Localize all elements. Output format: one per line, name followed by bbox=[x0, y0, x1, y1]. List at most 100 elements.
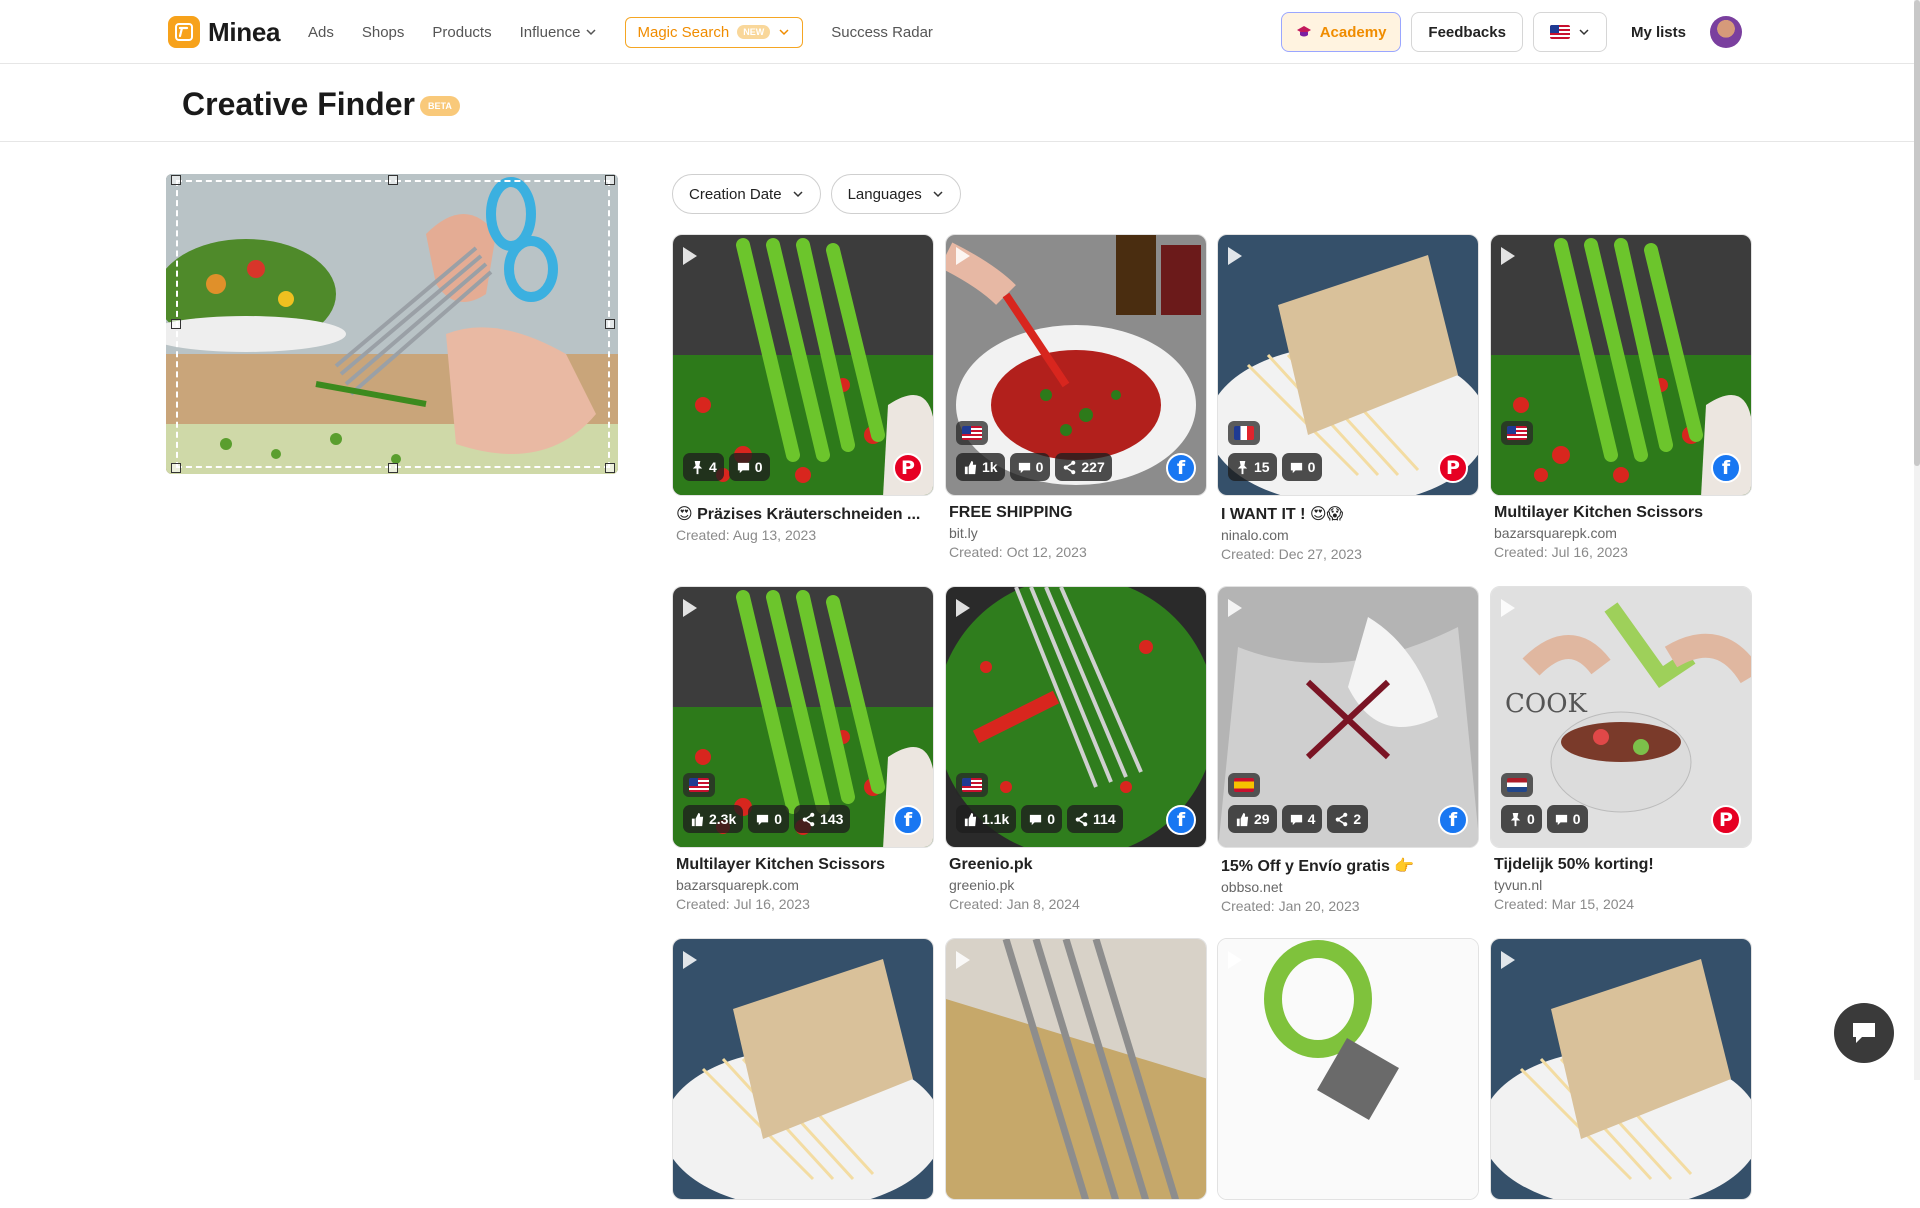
play-icon[interactable] bbox=[956, 951, 970, 969]
play-icon[interactable] bbox=[956, 599, 970, 617]
nav-shops[interactable]: Shops bbox=[362, 24, 405, 41]
play-icon[interactable] bbox=[1501, 951, 1515, 969]
crop-handle-top[interactable] bbox=[388, 175, 398, 185]
creative-title[interactable]: 15% Off y Envío gratis 👉 bbox=[1217, 856, 1479, 876]
creative-thumbnail[interactable] bbox=[672, 938, 934, 1200]
nav-influence[interactable]: Influence bbox=[520, 24, 597, 41]
stat-share: 114 bbox=[1067, 805, 1123, 833]
play-icon[interactable] bbox=[1228, 951, 1242, 969]
creative-card[interactable] bbox=[1217, 938, 1479, 1208]
chevron-down-icon bbox=[1579, 29, 1589, 36]
crop-handle-bottom-left[interactable] bbox=[171, 463, 181, 473]
nav-products[interactable]: Products bbox=[432, 24, 491, 41]
comment-icon bbox=[1289, 460, 1304, 475]
stat-value: 15 bbox=[1254, 459, 1270, 475]
stat-value: 114 bbox=[1093, 811, 1116, 827]
play-icon[interactable] bbox=[1501, 247, 1515, 265]
creative-card[interactable]: 1.1k 0 114 f Greenio.pk greenio.pk Created: Ja… bbox=[945, 586, 1207, 912]
scrollbar[interactable] bbox=[1914, 0, 1920, 1080]
creation-date-filter[interactable]: Creation Date bbox=[672, 174, 821, 214]
academy-button[interactable]: Academy bbox=[1280, 12, 1402, 52]
creative-created-date: Created: Aug 13, 2023 bbox=[676, 527, 817, 543]
creative-card[interactable]: 2.3k 0 143 f Multilayer Kitchen Scissors baza… bbox=[672, 586, 934, 912]
chevron-down-icon bbox=[585, 29, 596, 36]
nav-ads[interactable]: Ads bbox=[308, 24, 334, 41]
creative-title[interactable]: Tijdelijk 50% korting! bbox=[1490, 856, 1752, 874]
chat-button[interactable] bbox=[1834, 1003, 1894, 1063]
crop-handle-top-right[interactable] bbox=[605, 175, 615, 185]
scrollbar-thumb[interactable] bbox=[1914, 0, 1920, 466]
fr-flag-icon bbox=[1234, 426, 1254, 440]
feedbacks-button[interactable]: Feedbacks bbox=[1411, 12, 1523, 52]
comment-icon bbox=[736, 460, 751, 475]
creative-title[interactable]: 😍 Präzises Kräuterschneiden ... bbox=[672, 504, 934, 524]
crop-handle-bottom[interactable] bbox=[388, 463, 398, 473]
facebook-icon: f bbox=[1438, 805, 1468, 835]
play-icon[interactable] bbox=[956, 247, 970, 265]
play-icon[interactable] bbox=[683, 951, 697, 969]
languages-filter[interactable]: Languages bbox=[830, 174, 961, 214]
creative-title[interactable]: Multilayer Kitchen Scissors bbox=[672, 856, 934, 874]
creative-card[interactable]: 1k 0 227 f FREE SHIPPING bit.ly Created: Oct 1… bbox=[945, 234, 1207, 560]
crop-handle-right[interactable] bbox=[605, 319, 615, 329]
creative-card[interactable]: 29 4 2 f 15% Off y Envío gratis 👉 obbso.net Cr… bbox=[1217, 586, 1479, 914]
comment-icon bbox=[1289, 812, 1304, 827]
play-icon[interactable] bbox=[1501, 599, 1515, 617]
creative-thumbnail[interactable]: f bbox=[1490, 234, 1752, 496]
creative-thumbnail[interactable]: 40P bbox=[672, 234, 934, 496]
creative-title[interactable]: Greenio.pk bbox=[945, 856, 1207, 874]
thumbnail-image bbox=[1218, 939, 1478, 1199]
creative-card[interactable]: 4 0 P 😍 Präzises Kräuterschneiden ... Create… bbox=[672, 234, 934, 543]
creative-title[interactable]: FREE SHIPPING bbox=[945, 504, 1207, 522]
creative-thumbnail[interactable]: COOK 0 0 P bbox=[1490, 586, 1752, 848]
top-navbar: Minea Ads Shops Products Influence Magic… bbox=[0, 0, 1920, 64]
my-lists-link[interactable]: My lists bbox=[1617, 24, 1700, 41]
chevron-down-icon bbox=[793, 191, 803, 198]
creative-title[interactable]: Multilayer Kitchen Scissors bbox=[1490, 504, 1752, 522]
play-icon[interactable] bbox=[683, 599, 697, 617]
play-icon[interactable] bbox=[1228, 247, 1242, 265]
avatar[interactable] bbox=[1710, 16, 1742, 48]
creative-thumbnail[interactable]: 29 4 2 f bbox=[1217, 586, 1479, 848]
creative-thumbnail[interactable]: 1k 0 227 f bbox=[945, 234, 1207, 496]
creative-card[interactable] bbox=[1490, 938, 1752, 1208]
play-icon[interactable] bbox=[1228, 599, 1242, 617]
creative-domain: bazarsquarepk.com bbox=[1494, 525, 1617, 541]
creative-thumbnail[interactable]: 15 0 P bbox=[1217, 234, 1479, 496]
play-icon[interactable] bbox=[683, 247, 697, 265]
logo[interactable]: Minea bbox=[168, 16, 280, 48]
stat-comment: 4 bbox=[1281, 805, 1323, 833]
language-selector[interactable] bbox=[1532, 12, 1607, 52]
creative-card[interactable]: COOK 0 0 P Tijdelijk 50% korting! tyvun.nl Cre… bbox=[1490, 586, 1752, 912]
pinterest-icon: P bbox=[1438, 453, 1468, 483]
creative-card[interactable]: f Multilayer Kitchen Scissors bazarsquarep… bbox=[1490, 234, 1752, 560]
nav-success-radar[interactable]: Success Radar bbox=[831, 24, 933, 41]
comment-icon bbox=[755, 812, 770, 827]
creative-thumbnail[interactable]: 1.1k 0 114 f bbox=[945, 586, 1207, 848]
creative-card[interactable] bbox=[945, 938, 1207, 1208]
crop-selection[interactable] bbox=[176, 180, 610, 468]
crop-handle-bottom-right[interactable] bbox=[605, 463, 615, 473]
new-badge: NEW bbox=[737, 25, 771, 39]
creative-thumbnail[interactable] bbox=[1490, 938, 1752, 1200]
creative-thumbnail[interactable]: 2.3k 0 143 f bbox=[672, 586, 934, 848]
creative-domain: greenio.pk bbox=[949, 877, 1015, 893]
nav-influence-label: Influence bbox=[519, 23, 581, 41]
crop-handle-left[interactable] bbox=[171, 319, 181, 329]
engagement-stats: 1k 0 227 bbox=[956, 453, 1112, 481]
creative-card[interactable]: 15 0 P I WANT IT ! 😍😱 ninalo.com Created: Dec… bbox=[1217, 234, 1479, 562]
logo-text: Minea bbox=[208, 16, 281, 47]
creative-thumbnail[interactable] bbox=[1217, 938, 1479, 1200]
nav-magic-search[interactable]: Magic Search NEW bbox=[624, 16, 804, 48]
stat-value: 4 bbox=[1307, 811, 1316, 827]
stat-value: 0 bbox=[1572, 811, 1581, 827]
share-icon bbox=[1074, 812, 1089, 827]
creative-title[interactable]: I WANT IT ! 😍😱 bbox=[1217, 504, 1479, 524]
pinterest-icon: P bbox=[893, 453, 923, 483]
creative-thumbnail[interactable] bbox=[945, 938, 1207, 1200]
stat-share: 2 bbox=[1327, 805, 1369, 833]
image-crop-panel[interactable] bbox=[166, 174, 618, 474]
stat-like: 1k bbox=[956, 453, 1005, 481]
creative-card[interactable] bbox=[672, 938, 934, 1208]
crop-handle-top-left[interactable] bbox=[171, 175, 181, 185]
